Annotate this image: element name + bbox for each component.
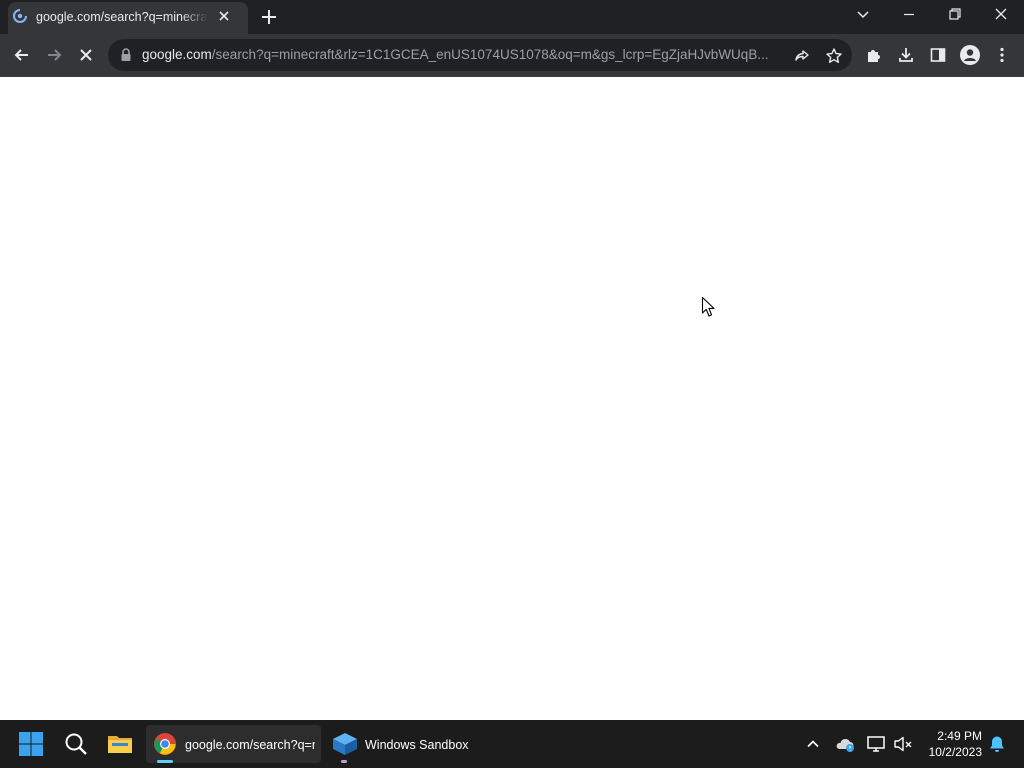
back-arrow-icon[interactable] bbox=[8, 41, 36, 69]
url-host: google.com bbox=[142, 47, 212, 62]
new-tab-icon[interactable] bbox=[258, 6, 280, 28]
tab-title: google.com/search?q=minecraft&rlz=1C1GCE… bbox=[36, 8, 208, 26]
speaker-muted-icon[interactable] bbox=[892, 724, 914, 764]
lock-icon[interactable] bbox=[120, 47, 132, 63]
stop-loading-icon[interactable] bbox=[72, 41, 100, 69]
windows-start-icon[interactable] bbox=[18, 724, 46, 764]
restore-icon[interactable] bbox=[942, 0, 968, 30]
more-menu-icon[interactable] bbox=[988, 41, 1016, 69]
network-display-icon[interactable] bbox=[866, 724, 888, 764]
extensions-icon[interactable] bbox=[860, 41, 888, 69]
bookmark-star-icon[interactable] bbox=[820, 42, 848, 70]
close-tab-icon[interactable] bbox=[216, 8, 232, 24]
side-panel-icon[interactable] bbox=[924, 41, 952, 69]
clock-time[interactable]: 2:49 PM bbox=[924, 729, 982, 744]
minimize-icon[interactable] bbox=[896, 0, 922, 30]
running-app-indicator bbox=[341, 760, 347, 763]
tab-search-chevron-icon[interactable] bbox=[852, 5, 874, 25]
notification-bell-icon[interactable] bbox=[987, 724, 1007, 764]
search-icon[interactable] bbox=[63, 724, 91, 764]
page-content[interactable] bbox=[0, 76, 1024, 720]
taskbar-sandbox-label[interactable]: Windows Sandbox bbox=[365, 736, 475, 754]
toolbar-divider bbox=[0, 76, 1024, 77]
onedrive-cloud-icon[interactable] bbox=[834, 724, 856, 764]
download-icon[interactable] bbox=[892, 41, 920, 69]
forward-arrow-icon[interactable] bbox=[40, 41, 68, 69]
close-window-icon[interactable] bbox=[988, 0, 1014, 30]
url-text[interactable]: google.com/search?q=minecraft&rlz=1C1GCE… bbox=[142, 46, 782, 64]
clock-date[interactable]: 10/2/2023 bbox=[916, 745, 982, 760]
mouse-cursor-icon bbox=[701, 296, 717, 318]
active-app-indicator bbox=[157, 760, 173, 763]
chrome-icon bbox=[153, 724, 177, 764]
url-path: /search?q=minecraft&rlz=1C1GCEA_enUS1074… bbox=[211, 47, 769, 62]
share-icon[interactable] bbox=[788, 42, 816, 70]
file-explorer-icon[interactable] bbox=[107, 724, 135, 764]
taskbar-chrome-label: google.com/search?q=minecraft bbox=[185, 738, 315, 752]
windows-sandbox-icon[interactable] bbox=[331, 724, 359, 764]
loading-spinner-icon bbox=[12, 8, 28, 24]
profile-avatar-icon[interactable] bbox=[956, 41, 984, 69]
chevron-up-icon[interactable] bbox=[803, 724, 823, 764]
